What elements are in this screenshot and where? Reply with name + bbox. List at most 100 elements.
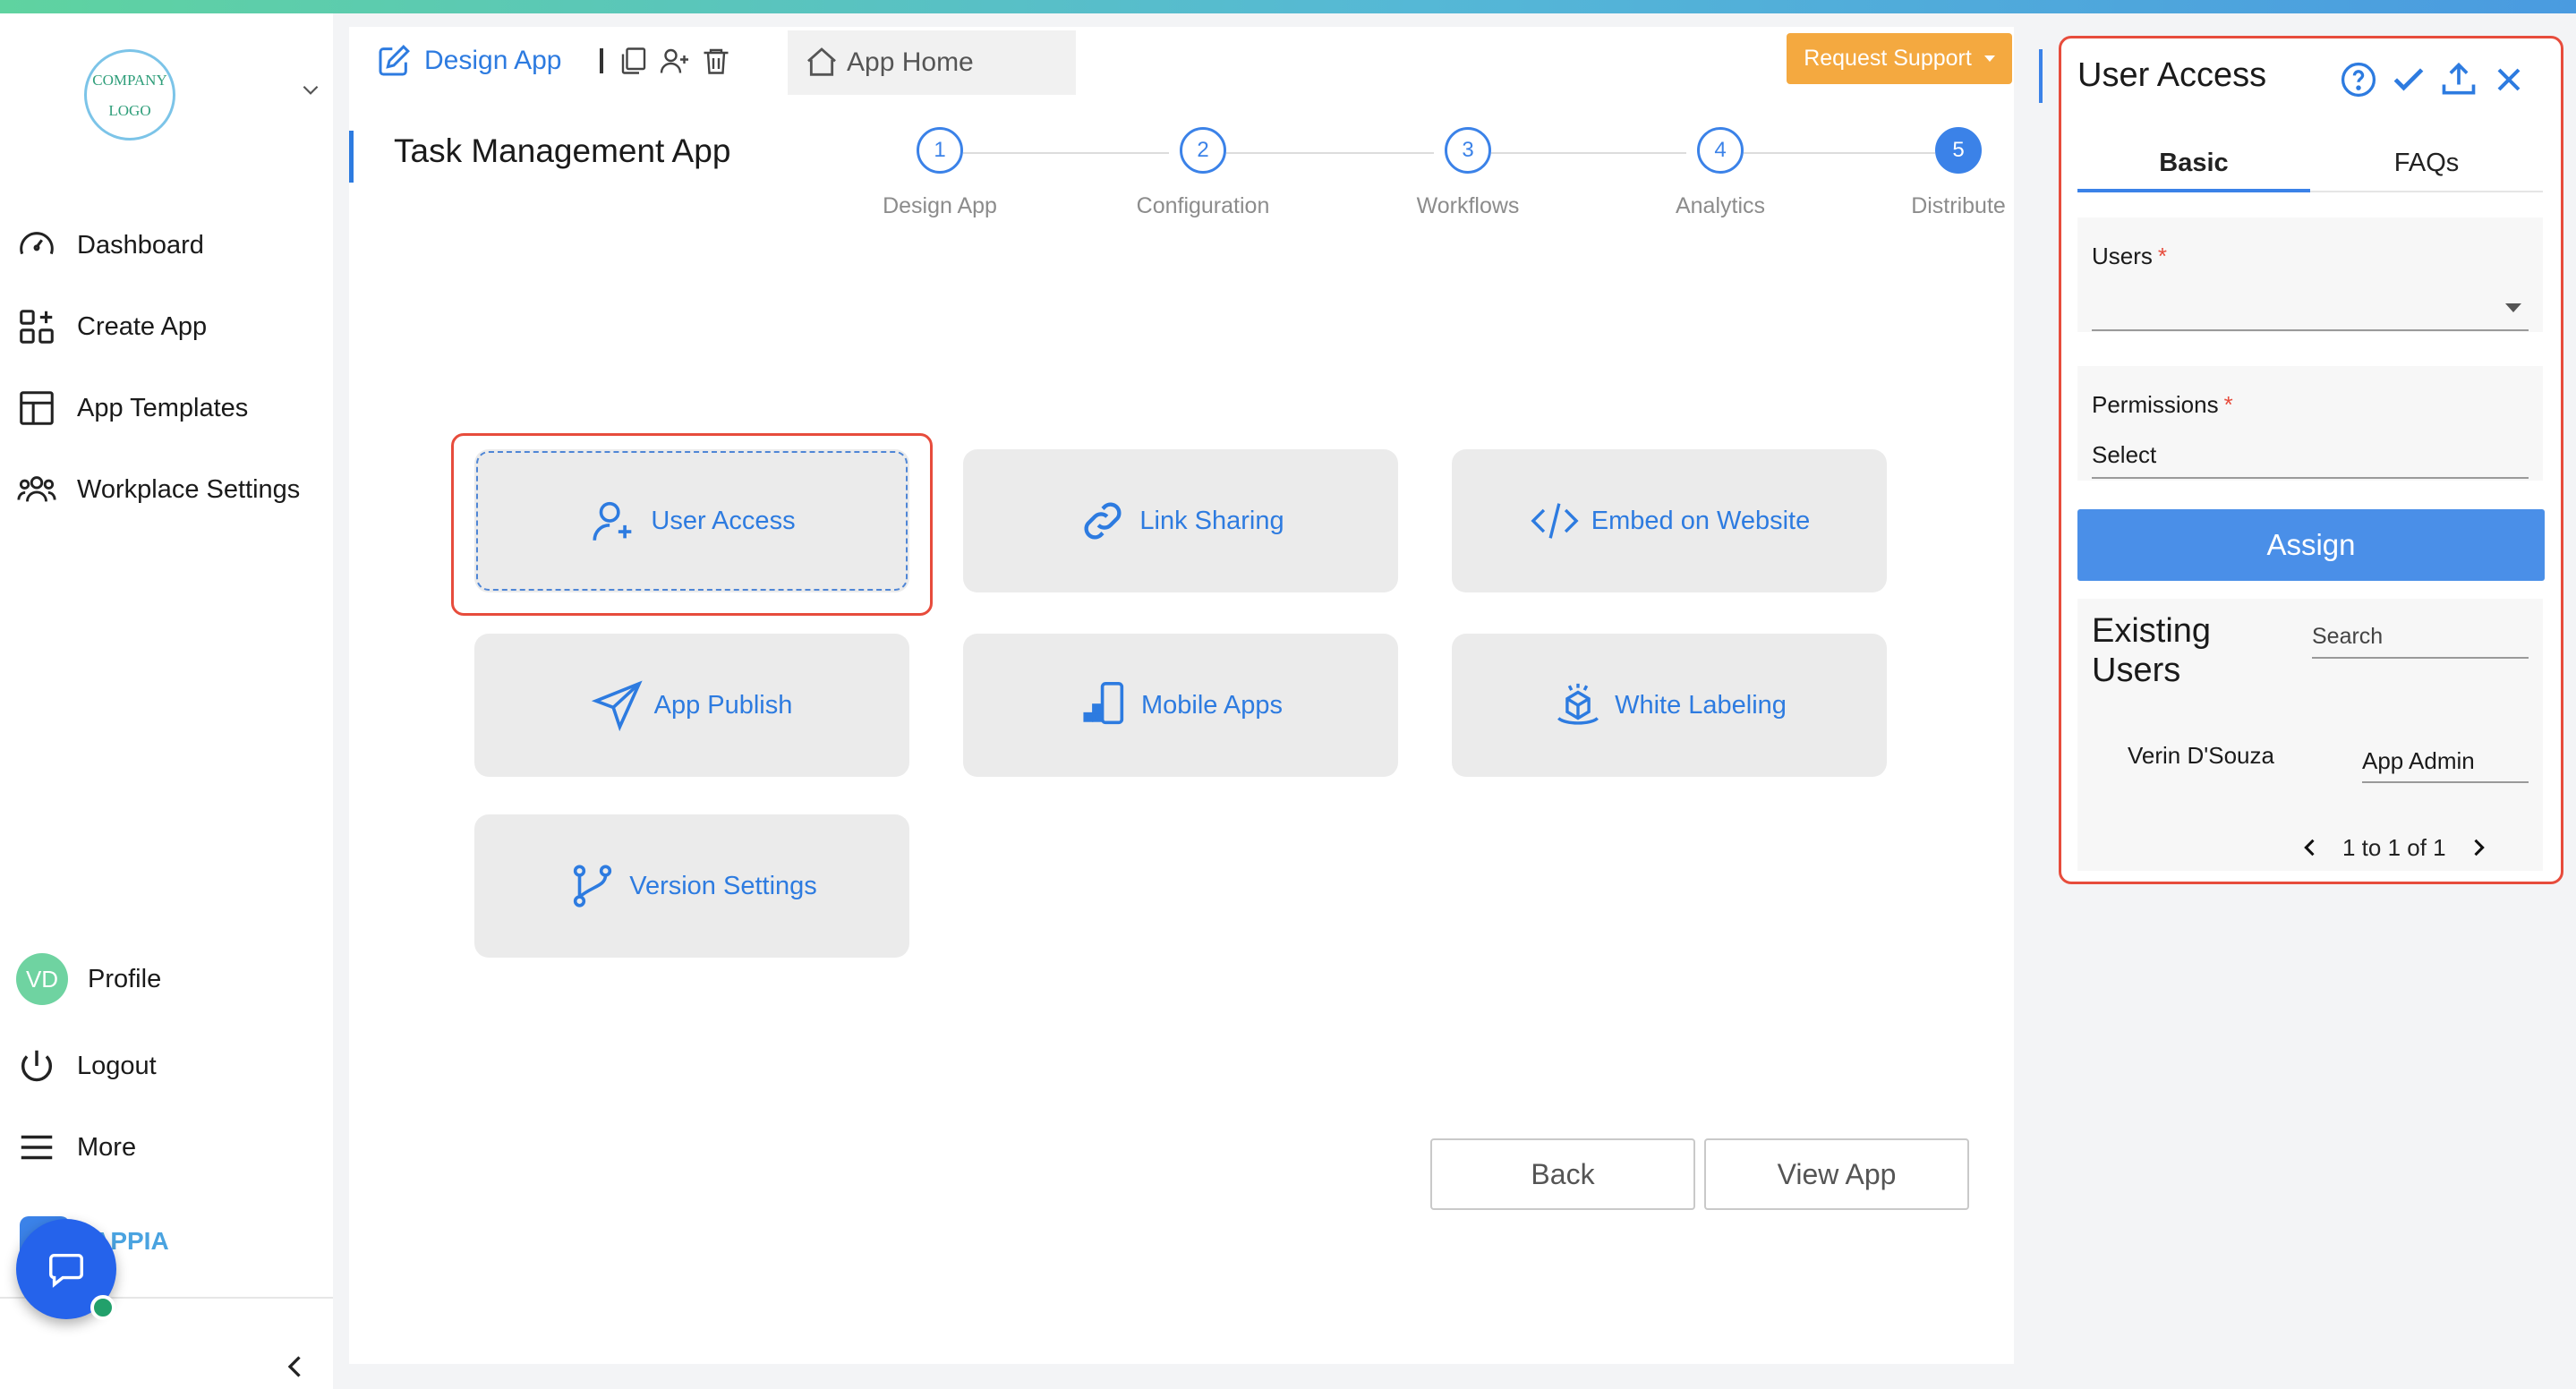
sidebar-item-logout[interactable]: Logout (16, 1039, 157, 1093)
permissions-select[interactable]: Select (2092, 441, 2156, 469)
card-label: User Access (651, 506, 796, 535)
tab-design-app[interactable]: Design App (376, 27, 561, 95)
user-plus-icon (593, 501, 632, 541)
code-icon (1531, 503, 1579, 539)
sidebar: COMPANY LOGO Dashboard Create App App Tem… (0, 13, 333, 1389)
search-input[interactable] (2312, 620, 2529, 659)
step-5-label: Distribute (1911, 193, 2006, 218)
panel-tabs: Basic FAQs (2077, 137, 2543, 192)
chevron-left-icon[interactable] (279, 1349, 311, 1385)
sidebar-item-label: Profile (88, 964, 162, 993)
avatar: VD (16, 953, 68, 1005)
users-field[interactable]: Users * (2077, 217, 2543, 332)
sidebar-item-profile[interactable]: VD Profile (16, 952, 161, 1006)
chevron-down-icon[interactable] (299, 78, 322, 101)
pagination: 1 to 1 of 1 (2298, 830, 2491, 865)
back-button[interactable]: Back (1430, 1138, 1695, 1210)
assign-button[interactable]: Assign (2077, 509, 2545, 581)
sidebar-item-label: Workplace Settings (77, 474, 301, 504)
online-status-dot (90, 1295, 115, 1320)
toolbar-separator (600, 48, 603, 73)
sidebar-item-dashboard[interactable]: Dashboard (16, 218, 204, 272)
sidebar-item-label: Logout (77, 1051, 157, 1080)
card-embed-on-website[interactable]: Embed on Website (1452, 449, 1887, 592)
dropdown-caret-icon[interactable] (2505, 303, 2521, 312)
home-icon (807, 47, 836, 76)
menu-icon (21, 1135, 53, 1160)
chevron-right-icon[interactable] (2466, 835, 2491, 860)
card-label: Version Settings (629, 871, 817, 900)
request-support-button[interactable]: Request Support (1787, 33, 2012, 84)
user-plus-icon[interactable] (659, 45, 691, 77)
gauge-icon (20, 232, 54, 255)
permissions-field[interactable]: Permissions * Select (2077, 366, 2543, 481)
send-icon (591, 680, 643, 731)
company-logo[interactable]: COMPANY LOGO (84, 49, 175, 141)
help-icon[interactable] (2339, 60, 2378, 99)
stepper-connector (1491, 152, 1686, 154)
card-label: App Publish (653, 690, 793, 720)
edit-icon (379, 45, 410, 76)
sidebar-item-more[interactable]: More (16, 1121, 136, 1174)
panel-title: User Access (2077, 56, 2267, 94)
step-3-circle[interactable]: 3 (1445, 127, 1491, 174)
chat-icon (49, 1253, 83, 1288)
card-version-settings[interactable]: Version Settings (474, 814, 909, 958)
step-4-circle[interactable]: 4 (1697, 127, 1744, 174)
card-mobile-apps[interactable]: Mobile Apps (963, 634, 1398, 777)
card-app-publish[interactable]: App Publish (474, 634, 909, 777)
link-icon (1084, 502, 1122, 540)
sidebar-item-app-templates[interactable]: App Templates (16, 381, 248, 435)
sidebar-item-create-app[interactable]: Create App (16, 300, 207, 354)
power-icon (21, 1050, 53, 1082)
card-white-labeling[interactable]: White Labeling (1452, 634, 1887, 777)
card-label: Mobile Apps (1141, 690, 1283, 720)
users-label-text: Users (2092, 243, 2153, 269)
users-label: Users * (2092, 243, 2167, 270)
request-support-label: Request Support (1804, 46, 1972, 71)
stepper-connector (963, 152, 1169, 154)
required-mark: * (2223, 391, 2233, 418)
step-1-label: Design App (883, 193, 997, 218)
step-2-circle[interactable]: 2 (1180, 127, 1226, 174)
existing-users-section: Existing Users Verin D'Souza App Admin 1… (2077, 599, 2543, 871)
tab-toolbar (600, 43, 741, 79)
step-3-label: Workflows (1416, 193, 1520, 218)
chevron-left-icon[interactable] (2298, 835, 2323, 860)
existing-user-role[interactable]: App Admin (2362, 747, 2475, 775)
users-group-icon (17, 476, 56, 502)
existing-user-name: Verin D'Souza (2128, 742, 2274, 769)
sidebar-item-label: Create App (77, 311, 208, 341)
upload-icon[interactable] (2439, 60, 2478, 99)
tab-basic[interactable]: Basic (2077, 137, 2310, 192)
top-gradient-bar (0, 0, 2576, 13)
users-underline (2092, 329, 2529, 331)
git-branch-icon (574, 865, 612, 908)
view-app-button[interactable]: View App (1704, 1138, 1969, 1210)
tab-label: Design App (424, 46, 562, 75)
tab-app-home[interactable]: App Home (788, 30, 1076, 95)
user-access-panel: User Access Basic FAQs Users * Permission… (2059, 36, 2563, 884)
stepper-connector (1226, 152, 1434, 154)
step-5-circle[interactable]: 5 (1935, 127, 1982, 174)
trash-icon[interactable] (700, 45, 732, 77)
sidebar-item-label: More (77, 1132, 137, 1162)
permissions-label: Permissions * (2092, 391, 2233, 419)
search-wrapper (2312, 620, 2529, 659)
caret-down-icon (1983, 55, 1995, 62)
check-icon[interactable] (2389, 60, 2428, 99)
sidebar-item-workplace-settings[interactable]: Workplace Settings (16, 463, 300, 516)
step-1-circle[interactable]: 1 (917, 127, 963, 174)
card-user-access[interactable]: User Access (474, 449, 909, 592)
permissions-underline (2092, 477, 2529, 479)
existing-users-title: Existing Users (2092, 612, 2212, 689)
sidebar-item-label: App Templates (77, 393, 249, 422)
box-icon (1557, 683, 1599, 725)
close-icon[interactable] (2489, 60, 2529, 99)
card-link-sharing[interactable]: Link Sharing (963, 449, 1398, 592)
pagination-text: 1 to 1 of 1 (2342, 833, 2446, 861)
card-label: Link Sharing (1139, 506, 1284, 535)
required-mark: * (2157, 243, 2168, 269)
copy-icon[interactable] (618, 45, 650, 77)
tab-faqs[interactable]: FAQs (2310, 137, 2543, 189)
